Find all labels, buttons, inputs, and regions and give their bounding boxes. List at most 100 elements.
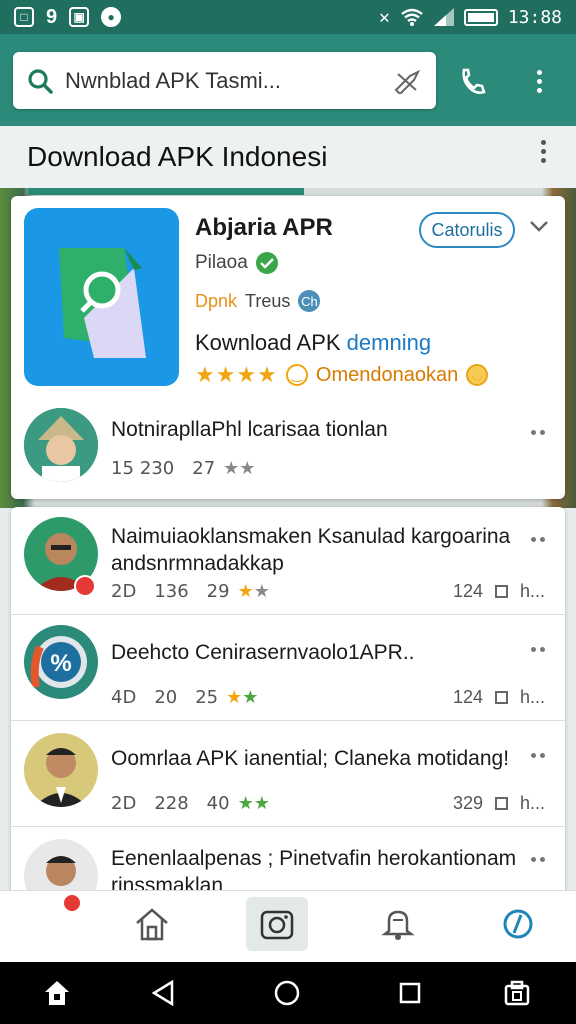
system-navigation	[0, 962, 576, 1024]
nav-profile[interactable]	[487, 897, 549, 951]
menu-button[interactable]	[522, 64, 556, 98]
assistant-button[interactable]	[40, 976, 74, 1010]
app-logo-icon	[59, 248, 146, 358]
stat-c: 40	[206, 793, 230, 814]
phone-icon	[462, 68, 486, 94]
nav-camera[interactable]	[246, 897, 308, 951]
list-item-actions: 124 h...	[453, 581, 545, 602]
comment-list: Naimuiaoklansmaken Ksanulad kargoarina a…	[11, 507, 565, 897]
home-lock-icon	[45, 981, 69, 1005]
app-card[interactable]: Abjaria APR Catorulis Pilaoa Dpnk Treus …	[11, 196, 565, 499]
rating-row: ★★★★ ‿ Omendonaokan ◡	[195, 362, 489, 388]
more-vert-icon	[536, 69, 542, 93]
download-accent: demning	[346, 330, 432, 355]
stat-b: 136	[154, 581, 189, 602]
download-line[interactable]: Kownload APK demning	[195, 330, 431, 356]
status-bar: □ 9 ▣ ● ✕ 13:88	[0, 0, 576, 34]
list-item[interactable]: Oomrlaa APK ianential; Claneka motidang!…	[11, 721, 565, 827]
back-button[interactable]	[146, 976, 180, 1010]
more-horiz-icon	[531, 430, 545, 435]
item-more-button[interactable]	[531, 753, 545, 758]
search-input[interactable]	[65, 67, 392, 94]
count: 124	[452, 687, 483, 707]
star-group: ★★	[226, 687, 258, 708]
star-green: ★	[237, 793, 254, 814]
list-item-actions: 329 h...	[453, 793, 545, 814]
more-horiz-icon	[531, 647, 545, 652]
clear-icon[interactable]	[392, 68, 422, 94]
tags-row: Dpnk Treus Ch	[195, 290, 321, 312]
notification-badge	[74, 575, 96, 597]
recents-button[interactable]	[393, 976, 427, 1010]
progress-accent	[28, 188, 304, 195]
list-item-meta: 2D 228 40 ★★	[111, 793, 270, 814]
gallery-icon: ▣	[69, 7, 90, 27]
screenshot-button[interactable]	[500, 976, 534, 1010]
item-more-button[interactable]	[531, 647, 545, 652]
star-group: ★★	[238, 581, 270, 602]
voice-search-button[interactable]	[456, 64, 490, 98]
bottom-navigation	[0, 890, 576, 962]
vibrate-off-icon: ✕	[378, 6, 390, 28]
list-item-meta: 2D 136 29 ★★	[111, 581, 270, 602]
search-box[interactable]	[13, 52, 436, 109]
item-more-button[interactable]	[531, 857, 545, 862]
more-horiz-icon	[531, 537, 545, 542]
stat-a: 4D	[111, 687, 137, 708]
list-item-actions: 124 h...	[453, 687, 545, 708]
chevron-down-icon[interactable]	[529, 220, 549, 234]
more-link[interactable]: h...	[520, 687, 545, 708]
notification-number-icon: 9	[46, 5, 58, 28]
header-more-button[interactable]	[541, 140, 546, 163]
bookmark-icon[interactable]	[494, 797, 508, 810]
avatar	[24, 839, 98, 897]
app-name: Abjaria APR	[195, 214, 333, 241]
wifi-icon	[401, 8, 423, 26]
avatar: %	[24, 625, 98, 699]
comment-text: NotnirapllaPhl lcarisaa tionlan	[111, 418, 388, 441]
publisher-row: Pilaoa	[195, 252, 278, 274]
notification-badge	[62, 893, 82, 913]
stat-a: 2D	[111, 581, 137, 602]
featured-comment[interactable]: NotnirapllaPhl lcarisaa tionlan 15 230 2…	[11, 404, 565, 499]
download-label: Kownload APK	[195, 330, 341, 355]
nav-home[interactable]	[121, 897, 183, 951]
list-item[interactable]: Eenenlaalpenas ; Pinetvafin herokantiona…	[11, 827, 565, 897]
more-horiz-icon	[531, 857, 545, 862]
list-item[interactable]: % Deehcto Cenirasernvaolo1APR.. 4D 20 25…	[11, 615, 565, 721]
list-item[interactable]: Naimuiaoklansmaken Ksanulad kargoarina a…	[11, 507, 565, 615]
comment-more-button[interactable]	[531, 430, 545, 435]
message-icon: ●	[101, 7, 122, 27]
page-title: Download APK Indonesi	[27, 141, 328, 172]
stat-c: 25	[195, 687, 219, 708]
star-filled: ★	[226, 687, 243, 708]
more-link[interactable]: h...	[520, 793, 545, 814]
signal-icon	[433, 8, 454, 26]
avatar	[24, 408, 98, 482]
battery-icon	[463, 8, 498, 26]
star-empty: ★	[253, 581, 270, 602]
page-header: Download APK Indonesi	[0, 126, 576, 188]
comment-meta: 15 230 27 ★★	[111, 458, 255, 479]
bookmark-icon[interactable]	[494, 691, 508, 704]
list-item-meta: 4D 20 25 ★★	[111, 687, 258, 708]
category-button[interactable]: Catorulis	[419, 212, 515, 248]
tag-1: Dpnk	[195, 290, 238, 311]
bell-icon	[381, 910, 415, 940]
bookmark-icon[interactable]	[494, 585, 508, 598]
notification-icon: □	[14, 7, 34, 27]
svg-text:%: %	[50, 650, 71, 677]
stat-a: 2D	[111, 793, 137, 814]
star-green: ★	[242, 687, 259, 708]
count: 124	[452, 581, 483, 601]
app-icon[interactable]	[24, 208, 179, 386]
clock: 13:88	[507, 6, 562, 28]
star-filled: ★	[237, 581, 254, 602]
item-more-button[interactable]	[531, 537, 545, 542]
list-item-text: Deehcto Cenirasernvaolo1APR..	[111, 641, 415, 664]
count: 329	[452, 793, 483, 813]
more-link[interactable]: h...	[520, 581, 545, 602]
home-button[interactable]	[270, 976, 304, 1010]
nav-notifications[interactable]	[367, 897, 429, 951]
stat-b: 228	[154, 793, 189, 814]
